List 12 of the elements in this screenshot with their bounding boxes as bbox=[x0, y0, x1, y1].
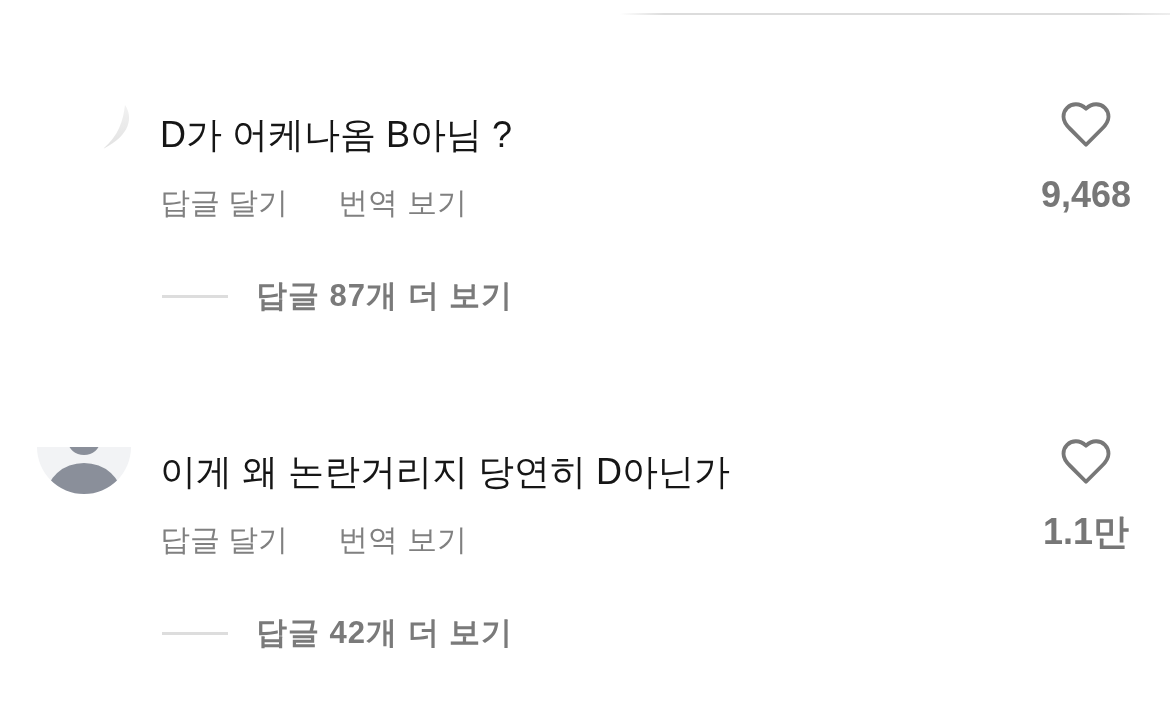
comment-text: 이게 왜 논란거리지 당연히 D아닌가 bbox=[160, 450, 730, 494]
view-replies-link[interactable]: 답글 87개 더 보기 bbox=[256, 276, 514, 316]
heart-icon[interactable] bbox=[1061, 439, 1111, 484]
reply-link[interactable]: 답글 달기 bbox=[160, 183, 289, 223]
like-count: 9,468 bbox=[1040, 175, 1132, 215]
like-count: 1.1만 bbox=[1042, 512, 1129, 552]
heart-icon[interactable] bbox=[1061, 102, 1111, 147]
translate-link[interactable]: 번역 보기 bbox=[338, 520, 467, 560]
reply-link[interactable]: 답글 달기 bbox=[160, 520, 289, 560]
translate-link[interactable]: 번역 보기 bbox=[338, 183, 467, 223]
comment-text: D가 어케나옴 B아님 ? bbox=[160, 113, 513, 157]
view-replies-link[interactable]: 답글 42개 더 보기 bbox=[256, 613, 514, 653]
